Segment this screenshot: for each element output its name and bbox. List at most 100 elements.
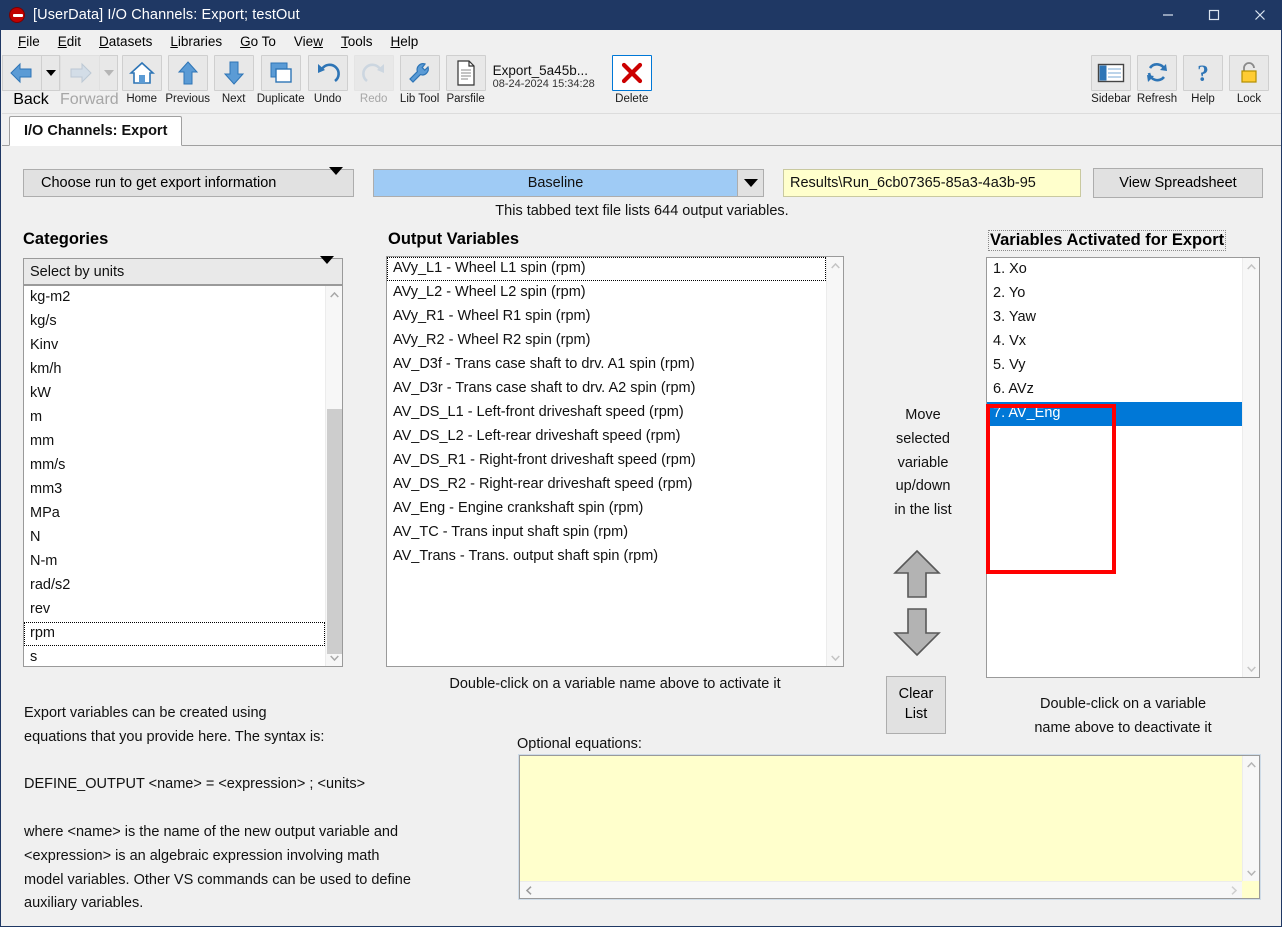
list-item[interactable]: AV_D3f - Trans case shaft to drv. A1 spi… bbox=[387, 353, 826, 377]
scroll-down-icon[interactable] bbox=[1243, 864, 1260, 881]
list-item[interactable]: 3. Yaw bbox=[987, 306, 1242, 330]
menu-datasets[interactable]: Datasets bbox=[90, 32, 161, 51]
minimize-icon[interactable] bbox=[1145, 0, 1191, 30]
output-variables-hint: Double-click on a variable name above to… bbox=[449, 676, 781, 692]
list-item[interactable]: AV_D3r - Trans case shaft to drv. A2 spi… bbox=[387, 377, 826, 401]
output-variables-listbox[interactable]: AVy_L1 - Wheel L1 spin (rpm) AVy_L2 - Whe… bbox=[386, 256, 844, 667]
list-item[interactable]: AV_TC - Trans input shaft spin (rpm) bbox=[387, 521, 826, 545]
categories-scrollbar[interactable] bbox=[325, 286, 342, 666]
equations-vscrollbar[interactable] bbox=[1242, 756, 1259, 881]
toolbar-lib-tool[interactable]: Lib Tool bbox=[397, 52, 443, 110]
toolbar-sidebar[interactable]: Sidebar bbox=[1088, 52, 1134, 110]
close-icon[interactable] bbox=[1237, 0, 1281, 30]
list-item[interactable]: mm bbox=[24, 430, 325, 454]
list-item[interactable]: AVy_R1 - Wheel R1 spin (rpm) bbox=[387, 305, 826, 329]
list-item[interactable]: m bbox=[24, 406, 325, 430]
list-item[interactable]: 7. AV_Eng bbox=[987, 402, 1242, 426]
toolbar-delete[interactable]: Delete bbox=[609, 52, 655, 110]
list-item[interactable]: 4. Vx bbox=[987, 330, 1242, 354]
move-up-button[interactable] bbox=[893, 549, 941, 604]
back-dropdown-icon[interactable] bbox=[42, 55, 60, 91]
toolbar-parsfile[interactable]: Parsfile bbox=[443, 52, 489, 110]
list-item[interactable]: AV_Eng - Engine crankshaft spin (rpm) bbox=[387, 497, 826, 521]
toolbar-lock[interactable]: Lock bbox=[1226, 52, 1272, 110]
output-variables-scrollbar[interactable] bbox=[826, 257, 843, 666]
list-item[interactable]: AVy_R2 - Wheel R2 spin (rpm) bbox=[387, 329, 826, 353]
move-down-button[interactable] bbox=[893, 607, 941, 662]
list-item[interactable]: s bbox=[24, 646, 325, 666]
list-item[interactable]: 1. Xo bbox=[987, 258, 1242, 282]
toolbar-home[interactable]: Home bbox=[119, 52, 165, 110]
toolbar-sidebar-label: Sidebar bbox=[1091, 93, 1131, 105]
red-x-icon bbox=[611, 55, 652, 91]
scroll-up-icon[interactable] bbox=[1243, 258, 1259, 275]
view-spreadsheet-button[interactable]: View Spreadsheet bbox=[1093, 168, 1263, 198]
menu-help[interactable]: Help bbox=[381, 32, 427, 51]
clear-list-button[interactable]: Clear List bbox=[886, 676, 946, 734]
list-item[interactable]: AV_DS_L1 - Left-front driveshaft speed (… bbox=[387, 401, 826, 425]
list-item[interactable]: mm3 bbox=[24, 478, 325, 502]
scroll-right-icon[interactable] bbox=[1225, 882, 1242, 899]
list-item[interactable]: AV_DS_R1 - Right-front driveshaft speed … bbox=[387, 449, 826, 473]
list-item[interactable]: N-m bbox=[24, 550, 325, 574]
toolbar-undo[interactable]: Undo bbox=[305, 52, 351, 110]
list-item[interactable]: rev bbox=[24, 598, 325, 622]
scroll-down-icon[interactable] bbox=[326, 649, 342, 666]
home-icon bbox=[121, 55, 162, 91]
list-item[interactable]: AVy_L1 - Wheel L1 spin (rpm) bbox=[387, 257, 826, 281]
window-title: [UserData] I/O Channels: Export; testOut bbox=[33, 7, 300, 23]
scroll-down-icon[interactable] bbox=[827, 649, 843, 666]
toolbar-forward[interactable]: Forward bbox=[60, 52, 119, 109]
menu-file[interactable]: File bbox=[9, 32, 49, 51]
list-item[interactable]: rad/s2 bbox=[24, 574, 325, 598]
list-item[interactable]: mm/s bbox=[24, 454, 325, 478]
menu-tools[interactable]: Tools bbox=[332, 32, 382, 51]
menu-view[interactable]: View bbox=[285, 32, 332, 51]
menu-libraries[interactable]: Libraries bbox=[161, 32, 231, 51]
list-item[interactable]: 5. Vy bbox=[987, 354, 1242, 378]
scroll-down-icon[interactable] bbox=[1243, 660, 1259, 677]
run-select-chevron-down-icon[interactable] bbox=[737, 170, 763, 196]
list-item[interactable]: kW bbox=[24, 382, 325, 406]
list-item[interactable]: 6. AVz bbox=[987, 378, 1242, 402]
select-by-units-dropdown[interactable]: Select by units bbox=[23, 255, 343, 285]
categories-listbox[interactable]: kg-m2 kg/s Kinv km/h kW m mm mm/s mm3 MPa N N-m rad/… bbox=[23, 285, 343, 667]
menu-goto[interactable]: Go To bbox=[231, 32, 285, 51]
list-item[interactable]: Kinv bbox=[24, 334, 325, 358]
scroll-up-icon[interactable] bbox=[827, 257, 843, 274]
toolbar-refresh[interactable]: Refresh bbox=[1134, 52, 1180, 110]
run-select[interactable]: Baseline bbox=[373, 169, 764, 197]
toolbar-next[interactable]: Next bbox=[211, 52, 257, 110]
activated-variables-listbox[interactable]: 1. Xo 2. Yo 3. Yaw 4. Vx 5. Vy 6. AVz 7. AV_En… bbox=[986, 257, 1260, 678]
toolbar-previous[interactable]: Previous bbox=[165, 52, 211, 110]
maximize-icon[interactable] bbox=[1191, 0, 1237, 30]
list-item[interactable]: kg/s bbox=[24, 310, 325, 334]
menu-edit[interactable]: Edit bbox=[49, 32, 90, 51]
list-item[interactable]: MPa bbox=[24, 502, 325, 526]
results-path-field[interactable]: Results\Run_6cb07365-85a3-4a3b-95 bbox=[783, 169, 1081, 197]
list-item[interactable]: km/h bbox=[24, 358, 325, 382]
list-item[interactable]: AV_Trans - Trans. output shaft spin (rpm… bbox=[387, 545, 826, 569]
choose-run-dropdown[interactable]: Choose run to get export information bbox=[23, 167, 354, 197]
scroll-thumb[interactable] bbox=[327, 409, 342, 654]
toolbar-help[interactable]: ? Help bbox=[1180, 52, 1226, 110]
toolbar-back[interactable]: Back bbox=[2, 52, 60, 109]
toolbar-duplicate[interactable]: Duplicate bbox=[257, 52, 305, 110]
undo-icon bbox=[307, 55, 348, 91]
list-item[interactable]: rpm bbox=[24, 622, 325, 646]
scroll-left-icon[interactable] bbox=[520, 882, 537, 899]
tab-io-channels-export[interactable]: I/O Channels: Export bbox=[9, 116, 183, 146]
list-item[interactable]: AV_DS_R2 - Right-rear driveshaft speed (… bbox=[387, 473, 826, 497]
list-item[interactable]: 2. Yo bbox=[987, 282, 1242, 306]
optional-equations-input[interactable] bbox=[520, 756, 1242, 881]
list-item[interactable]: kg-m2 bbox=[24, 286, 325, 310]
optional-equations-box[interactable] bbox=[518, 754, 1261, 900]
equations-hscrollbar[interactable] bbox=[520, 881, 1242, 898]
list-item[interactable]: AVy_L2 - Wheel L2 spin (rpm) bbox=[387, 281, 826, 305]
scroll-up-icon[interactable] bbox=[1243, 756, 1260, 773]
scroll-up-icon[interactable] bbox=[326, 286, 342, 303]
parsfile-info[interactable]: Export_5a45b... 08-24-2024 15:34:28 bbox=[493, 56, 595, 96]
list-item[interactable]: AV_DS_L2 - Left-rear driveshaft speed (r… bbox=[387, 425, 826, 449]
list-item[interactable]: N bbox=[24, 526, 325, 550]
activated-variables-scrollbar[interactable] bbox=[1242, 258, 1259, 677]
